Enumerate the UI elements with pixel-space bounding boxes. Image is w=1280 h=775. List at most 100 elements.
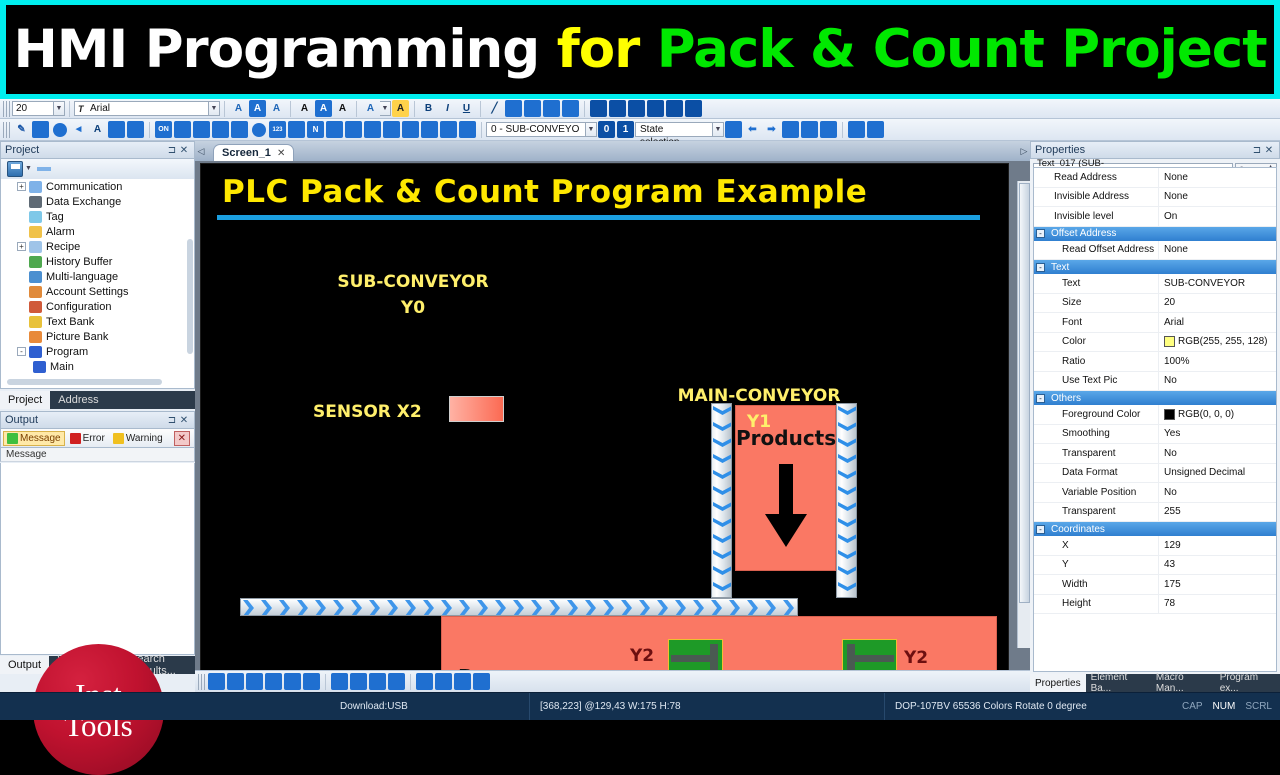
- dock-tab-element-ba[interactable]: Element Ba...: [1086, 672, 1151, 694]
- snap-icon[interactable]: [801, 121, 818, 138]
- property-row[interactable]: X 129: [1034, 536, 1276, 556]
- align-middle-icon[interactable]: A: [315, 100, 332, 117]
- close-icon[interactable]: ✕: [178, 145, 190, 156]
- ungroup-icon[interactable]: [609, 100, 626, 117]
- tree-item-configuration[interactable]: Configuration: [1, 299, 194, 314]
- pusher-left-label[interactable]: Y2: [630, 646, 654, 666]
- compile-icon[interactable]: [848, 121, 865, 138]
- canvas-scroll-thumb[interactable]: [1019, 183, 1030, 603]
- align-horizontal-center-icon[interactable]: [303, 673, 320, 690]
- property-row[interactable]: Height 78: [1034, 594, 1276, 614]
- align-bottom-icon[interactable]: A: [334, 100, 351, 117]
- tree-item-program[interactable]: - Program: [1, 344, 194, 359]
- state-selection-input[interactable]: State selection...: [635, 122, 713, 148]
- scale-icon[interactable]: [108, 121, 125, 138]
- lamp-icon[interactable]: [231, 121, 248, 138]
- property-row[interactable]: Variable Position No: [1034, 483, 1276, 503]
- property-row[interactable]: Foreground Color RGB(0, 0, 0): [1034, 405, 1276, 425]
- property-value[interactable]: Arial: [1159, 313, 1276, 332]
- property-value[interactable]: On: [1159, 207, 1276, 226]
- property-value[interactable]: RGB(0, 0, 0): [1159, 405, 1276, 424]
- color-swatch[interactable]: [1164, 408, 1175, 420]
- flip-icon[interactable]: [666, 100, 683, 117]
- tree-item-tag[interactable]: Tag: [1, 209, 194, 224]
- property-value[interactable]: 175: [1159, 575, 1276, 594]
- property-value[interactable]: None: [1159, 241, 1276, 260]
- sub-conveyor-output-label[interactable]: Y0: [323, 298, 503, 318]
- picture-icon[interactable]: [440, 121, 457, 138]
- toggle-button-icon[interactable]: [174, 121, 191, 138]
- bold-icon[interactable]: B: [420, 100, 437, 117]
- pusher-right-label[interactable]: Y2: [904, 648, 928, 668]
- download-icon[interactable]: [867, 121, 884, 138]
- property-value[interactable]: No: [1159, 483, 1276, 502]
- output-filter-error[interactable]: Error: [67, 432, 108, 445]
- property-value[interactable]: 129: [1159, 536, 1276, 555]
- project-tree-hscrollbar[interactable]: [7, 379, 162, 385]
- tree-item-main[interactable]: Main: [1, 359, 194, 374]
- dock-tab-output[interactable]: Output: [0, 656, 50, 674]
- property-row[interactable]: Transparent No: [1034, 444, 1276, 464]
- space-evenly-horizontal-icon[interactable]: [416, 673, 433, 690]
- font-size-input[interactable]: 20: [12, 101, 54, 116]
- hmi-title[interactable]: PLC Pack & Count Program Example: [222, 174, 867, 210]
- numeric-entry-icon[interactable]: 123: [269, 121, 286, 138]
- meter-icon[interactable]: [364, 121, 381, 138]
- collapse-icon[interactable]: -: [1036, 393, 1045, 403]
- pattern-tool-icon[interactable]: [543, 100, 560, 117]
- align-left-edges-icon[interactable]: [208, 673, 225, 690]
- graph-icon[interactable]: [345, 121, 362, 138]
- sensor-x2-indicator[interactable]: [449, 396, 504, 422]
- tab-scroll-right-icon[interactable]: ▷: [1018, 141, 1030, 161]
- project-tree[interactable]: + Communication Data Exchange Tag Alarm + Reci…: [0, 179, 195, 389]
- multi-state-icon[interactable]: [193, 121, 210, 138]
- dock-tab-macro-man[interactable]: Macro Man...: [1151, 672, 1215, 694]
- property-value[interactable]: 100%: [1159, 352, 1276, 371]
- pin-icon[interactable]: ⊐: [1251, 145, 1263, 156]
- sub-conveyor-label[interactable]: SUB-CONVEYOR: [323, 272, 503, 292]
- recipe-table-icon[interactable]: [402, 121, 419, 138]
- toolbar-grip-icon[interactable]: [3, 100, 10, 117]
- line-tool-icon[interactable]: ╱: [486, 100, 503, 117]
- property-row[interactable]: Invisible level On: [1034, 207, 1276, 227]
- shadow-tool-icon[interactable]: [562, 100, 579, 117]
- trend-chart-icon[interactable]: [326, 121, 343, 138]
- tree-expander-icon[interactable]: -: [17, 347, 26, 356]
- align-center-icon[interactable]: A: [249, 100, 266, 117]
- property-row[interactable]: Invisible Address None: [1034, 187, 1276, 207]
- previous-screen-icon[interactable]: ⬅: [744, 121, 761, 138]
- property-value[interactable]: 20: [1159, 294, 1276, 313]
- property-value[interactable]: Yes: [1159, 425, 1276, 444]
- same-width-icon[interactable]: [369, 673, 386, 690]
- new-project-icon[interactable]: [7, 161, 23, 177]
- list-box-icon[interactable]: [288, 121, 305, 138]
- next-screen-icon[interactable]: ➡: [763, 121, 780, 138]
- hmi-screen-canvas[interactable]: PLC Pack & Count Program Example SUB-CON…: [200, 163, 1009, 688]
- property-row[interactable]: Transparent 255: [1034, 502, 1276, 522]
- property-group-others[interactable]: - Others: [1034, 391, 1276, 405]
- alarm-icon[interactable]: N: [307, 121, 324, 138]
- property-row[interactable]: Font Arial: [1034, 313, 1276, 333]
- property-row[interactable]: Text SUB-CONVEYOR: [1034, 274, 1276, 294]
- property-value[interactable]: 43: [1159, 556, 1276, 575]
- italic-icon[interactable]: I: [439, 100, 456, 117]
- text-icon[interactable]: A: [89, 121, 106, 138]
- tree-item-picture-bank[interactable]: Picture Bank: [1, 329, 194, 344]
- state-0-button[interactable]: 0: [598, 121, 615, 138]
- property-value[interactable]: Unsigned Decimal: [1159, 464, 1276, 483]
- property-group-offset-address[interactable]: - Offset Address: [1034, 226, 1276, 241]
- align-bottom-edges-icon[interactable]: [265, 673, 282, 690]
- clear-output-button[interactable]: ✕: [173, 430, 190, 446]
- highlight-color-icon[interactable]: A: [392, 100, 409, 117]
- tree-item-text-bank[interactable]: Text Bank: [1, 314, 194, 329]
- property-row[interactable]: Y 43: [1034, 555, 1276, 575]
- property-row[interactable]: Color RGB(255, 255, 128): [1034, 332, 1276, 352]
- pin-icon[interactable]: ⊐: [166, 415, 178, 426]
- align-vertical-center-icon[interactable]: [284, 673, 301, 690]
- font-size-dropdown-icon[interactable]: ▼: [54, 101, 65, 116]
- toolbar-grip-icon[interactable]: [3, 121, 10, 138]
- vertical-conveyor-left-rail[interactable]: [711, 403, 732, 598]
- project-tree-scrollbar[interactable]: [187, 239, 193, 354]
- tree-item-history-buffer[interactable]: History Buffer: [1, 254, 194, 269]
- property-group-coordinates[interactable]: - Coordinates: [1034, 522, 1276, 536]
